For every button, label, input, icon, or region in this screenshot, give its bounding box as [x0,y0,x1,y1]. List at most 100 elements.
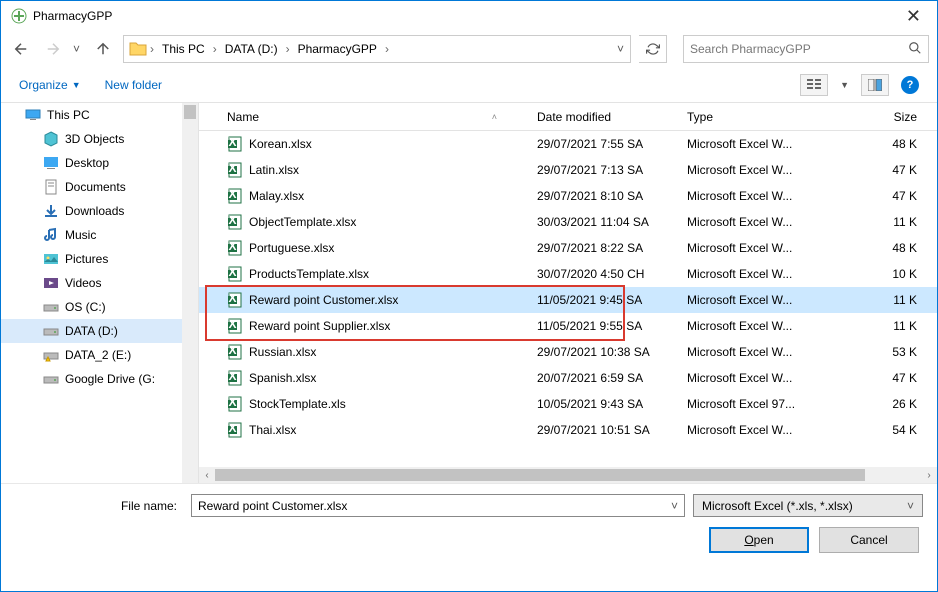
file-size: 47 K [837,371,937,385]
search-input[interactable]: Search PharmacyGPP [683,35,929,63]
help-button[interactable]: ? [901,76,919,94]
breadcrumb-item[interactable]: This PC [156,36,211,62]
file-row[interactable]: XLatin.xlsx29/07/2021 7:13 SAMicrosoft E… [199,157,937,183]
file-row[interactable]: XStockTemplate.xls10/05/2021 9:43 SAMicr… [199,391,937,417]
tree-label: Downloads [65,204,124,218]
file-row[interactable]: XThai.xlsx29/07/2021 10:51 SAMicrosoft E… [199,417,937,443]
forward-button [41,37,65,61]
history-dropdown[interactable]: ˅ [73,42,83,56]
file-date: 11/05/2021 9:45 SA [537,293,687,307]
breadcrumb-dropdown[interactable]: ˅ [611,42,630,56]
preview-pane-button[interactable] [861,74,889,96]
file-type: Microsoft Excel W... [687,189,837,203]
svg-text:X: X [228,422,236,435]
drive-warn-icon [43,347,59,363]
search-placeholder: Search PharmacyGPP [690,42,811,56]
excel-file-icon: X [227,318,243,334]
col-size[interactable]: Size [837,110,937,124]
svg-text:X: X [228,344,236,357]
tree-label: Desktop [65,156,109,170]
excel-file-icon: X [227,162,243,178]
file-row[interactable]: XKorean.xlsx29/07/2021 7:55 SAMicrosoft … [199,131,937,157]
tree-item[interactable]: Music [1,223,198,247]
col-date[interactable]: Date modified [537,110,687,124]
file-row[interactable]: XReward point Customer.xlsx11/05/2021 9:… [199,287,937,313]
file-name: Portuguese.xlsx [249,241,334,255]
breadcrumb-bar[interactable]: › This PC › DATA (D:) › PharmacyGPP › ˅ [123,35,631,63]
excel-file-icon: X [227,214,243,230]
file-size: 26 K [837,397,937,411]
open-button[interactable]: Open [709,527,809,553]
col-name[interactable]: Name [227,110,259,124]
breadcrumb-item[interactable]: PharmacyGPP [292,36,383,62]
tree-item[interactable]: Documents [1,175,198,199]
tree-item[interactable]: Desktop [1,151,198,175]
file-size: 11 K [837,319,937,333]
tree-item[interactable]: Videos [1,271,198,295]
tree-label: OS (C:) [65,300,106,314]
file-row[interactable]: XMalay.xlsx29/07/2021 8:10 SAMicrosoft E… [199,183,937,209]
excel-file-icon: X [227,136,243,152]
app-icon [11,8,27,24]
file-row[interactable]: XPortuguese.xlsx29/07/2021 8:22 SAMicros… [199,235,937,261]
tree-label: DATA_2 (E:) [65,348,131,362]
back-button[interactable] [9,37,33,61]
file-row[interactable]: XRussian.xlsx29/07/2021 10:38 SAMicrosof… [199,339,937,365]
pc-icon [25,107,41,123]
tree-item[interactable]: Google Drive (G: [1,367,198,391]
toolbar: Organize ▼ New folder ▼ ? [1,67,937,103]
tree-item[interactable]: OS (C:) [1,295,198,319]
drive-icon [43,323,59,339]
file-type: Microsoft Excel W... [687,215,837,229]
organize-menu[interactable]: Organize ▼ [19,78,81,92]
chevron-down-icon[interactable]: ˅ [671,499,678,513]
tree-item[interactable]: Downloads [1,199,198,223]
tree-scrollbar[interactable] [182,103,198,483]
col-type[interactable]: Type [687,110,837,124]
chevron-right-icon[interactable]: › [148,42,156,56]
chevron-down-icon[interactable]: ˅ [907,499,914,513]
view-mode-button[interactable] [800,74,828,96]
new-folder-button[interactable]: New folder [105,78,162,92]
file-row[interactable]: XSpanish.xlsx20/07/2021 6:59 SAMicrosoft… [199,365,937,391]
music-icon [43,227,59,243]
file-type-filter[interactable]: Microsoft Excel (*.xls, *.xlsx) ˅ [693,494,923,517]
column-headers[interactable]: Name˄ Date modified Type Size [199,103,937,131]
refresh-button[interactable] [639,35,667,63]
tree-item[interactable]: DATA (D:) [1,319,198,343]
close-button[interactable]: ✕ [894,2,933,31]
tree-label: This PC [47,108,90,122]
horizontal-scrollbar[interactable]: ‹› [199,467,937,483]
file-row[interactable]: XObjectTemplate.xlsx30/03/2021 11:04 SAM… [199,209,937,235]
file-rows: XKorean.xlsx29/07/2021 7:55 SAMicrosoft … [199,131,937,465]
tree-item[interactable]: 3D Objects [1,127,198,151]
file-row[interactable]: XProductsTemplate.xlsx30/07/2020 4:50 CH… [199,261,937,287]
tree-item[interactable]: DATA_2 (E:) [1,343,198,367]
chevron-right-icon[interactable]: › [211,42,219,56]
filename-input[interactable]: Reward point Customer.xlsx ˅ [191,494,685,517]
tree-item[interactable]: Pictures [1,247,198,271]
docs-icon [43,179,59,195]
file-date: 20/07/2021 6:59 SA [537,371,687,385]
chevron-right-icon[interactable]: › [284,42,292,56]
file-name: Thai.xlsx [249,423,296,437]
excel-file-icon: X [227,240,243,256]
svg-text:X: X [228,214,236,227]
file-date: 29/07/2021 8:10 SA [537,189,687,203]
svg-text:X: X [228,188,236,201]
file-name: Russian.xlsx [249,345,316,359]
view-dropdown[interactable]: ▼ [840,80,849,90]
file-type: Microsoft Excel W... [687,163,837,177]
breadcrumb-item[interactable]: DATA (D:) [219,36,284,62]
up-button[interactable] [91,37,115,61]
file-date: 29/07/2021 10:38 SA [537,345,687,359]
excel-file-icon: X [227,266,243,282]
window-title: PharmacyGPP [33,9,112,23]
file-row[interactable]: XReward point Supplier.xlsx11/05/2021 9:… [199,313,937,339]
svg-text:X: X [228,240,236,253]
svg-text:X: X [228,266,236,279]
cancel-button[interactable]: Cancel [819,527,919,553]
chevron-right-icon[interactable]: › [383,42,391,56]
tree-item[interactable]: This PC [1,103,198,127]
folder-tree[interactable]: This PC 3D Objects Desktop Documents Downloa… [1,103,199,483]
